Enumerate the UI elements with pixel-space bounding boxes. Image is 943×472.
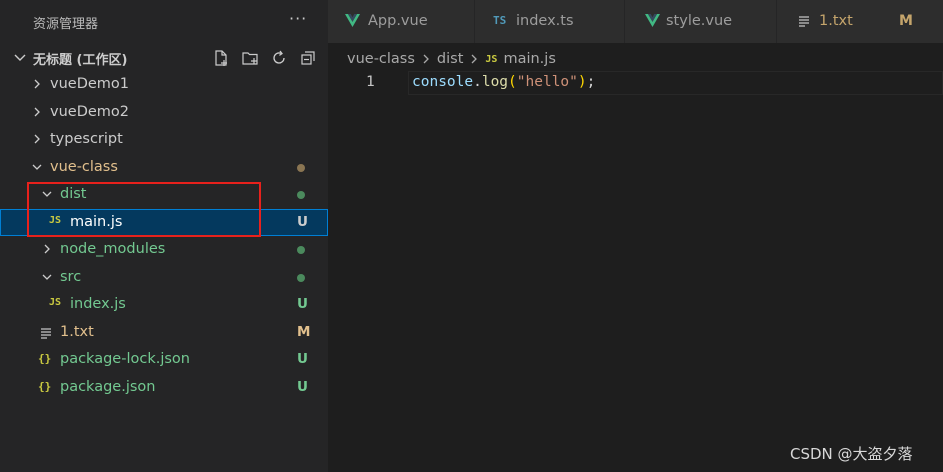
tab-bar: App.vue TS index.ts style.vue 1.txt M <box>328 0 943 43</box>
tab-1-txt[interactable]: 1.txt M <box>777 0 943 43</box>
tree-item-package-lock-json[interactable]: {} package-lock.json U <box>0 346 328 374</box>
modified-dot-icon <box>297 163 305 172</box>
tree-item-package-json[interactable]: {} package.json U <box>0 374 328 402</box>
breadcrumb-item[interactable]: vue-class <box>347 51 415 67</box>
chevron-right-icon <box>44 244 50 254</box>
chevron-down-icon <box>42 274 52 280</box>
code-editor[interactable]: 1 console.log("hello"); <box>328 70 943 95</box>
chevron-down-icon <box>32 164 42 170</box>
modified-badge: M <box>899 13 913 29</box>
more-actions-icon[interactable]: ··· <box>289 9 307 28</box>
code-token-paren: ( <box>508 74 517 90</box>
chevron-right-icon <box>471 54 478 64</box>
status-badge: U <box>297 213 308 230</box>
tree-item-label: dist <box>60 186 87 202</box>
code-token-semicolon: ; <box>586 74 596 90</box>
code-token-object: console <box>412 74 474 90</box>
tree-item-1-txt[interactable]: 1.txt M <box>0 319 328 347</box>
status-badge: M <box>297 323 311 340</box>
chevron-down-icon <box>14 54 26 61</box>
code-token-dot: . <box>473 74 482 90</box>
line-number: 1 <box>366 74 375 90</box>
tree-item-vuedemo1[interactable]: vueDemo1 <box>0 71 328 99</box>
code-token-function: log <box>481 74 509 90</box>
vue-icon <box>645 14 660 27</box>
tree-item-label: typescript <box>50 131 123 147</box>
tree-item-label: index.js <box>70 296 126 312</box>
breadcrumb-item[interactable]: main.js <box>503 51 555 67</box>
tree-item-label: src <box>60 268 82 285</box>
untracked-dot-icon <box>297 246 305 254</box>
breadcrumb-item[interactable]: dist <box>437 51 463 67</box>
code-line[interactable]: console.log("hello"); <box>412 74 595 90</box>
tab-app-vue[interactable]: App.vue <box>328 0 475 43</box>
ts-icon: TS <box>493 14 507 27</box>
chevron-right-icon <box>34 79 40 89</box>
code-token-paren: ) <box>577 74 587 90</box>
text-file-icon <box>41 327 51 339</box>
json-file-icon: {} <box>38 379 52 393</box>
js-file-icon: JS <box>49 297 62 308</box>
tree-item-label: vueDemo1 <box>50 76 129 92</box>
tree-item-node-modules[interactable]: node_modules <box>0 236 328 264</box>
tree-item-main-js[interactable]: JS main.js U <box>0 208 328 236</box>
workspace-actions <box>210 47 319 69</box>
tab-label: style.vue <box>666 13 733 29</box>
refresh-icon[interactable] <box>268 47 290 69</box>
chevron-right-icon <box>34 107 40 116</box>
untracked-dot-icon <box>297 273 305 282</box>
text-file-icon <box>799 16 809 27</box>
chevron-down-icon <box>42 191 52 197</box>
status-badge: U <box>297 351 308 367</box>
tree-item-label: package-lock.json <box>60 351 190 367</box>
js-file-icon: JS <box>485 53 498 65</box>
editor-area: App.vue TS index.ts style.vue 1.txt M vu… <box>328 0 943 472</box>
collapse-all-icon[interactable] <box>297 47 319 69</box>
new-folder-icon[interactable] <box>239 47 261 69</box>
tab-label: index.ts <box>516 13 574 29</box>
tree-item-vuedemo2[interactable]: vueDemo2 <box>0 99 328 127</box>
workspace-header[interactable]: 无标题 (工作区) <box>0 44 328 71</box>
tree-item-label: 1.txt <box>60 323 94 340</box>
code-token-string: "hello" <box>516 74 578 90</box>
tree-item-label: main.js <box>70 213 123 230</box>
status-badge: U <box>297 296 308 312</box>
js-file-icon: JS <box>49 214 62 226</box>
untracked-dot-icon <box>297 191 305 199</box>
workspace-label: 无标题 (工作区) <box>33 53 128 68</box>
tree-item-label: vue-class <box>50 158 118 175</box>
tree-item-index-js[interactable]: JS index.js U <box>0 291 328 319</box>
json-file-icon: {} <box>38 352 52 365</box>
breadcrumb: vue-class dist JS main.js <box>347 49 556 69</box>
tree-item-label: node_modules <box>60 241 166 257</box>
tab-label: 1.txt <box>819 13 853 29</box>
tab-index-ts[interactable]: TS index.ts <box>475 0 625 43</box>
tab-label: App.vue <box>368 13 428 29</box>
tree-item-typescript[interactable]: typescript <box>0 126 328 154</box>
watermark: CSDN @大盗夕落 <box>790 445 913 463</box>
tree-item-label: vueDemo2 <box>50 103 129 120</box>
tree-item-dist[interactable]: dist <box>0 181 328 209</box>
status-badge: U <box>297 378 308 395</box>
file-tree: vueDemo1 vueDemo2 typescript vue-class d… <box>0 71 328 401</box>
tree-item-src[interactable]: src <box>0 264 328 292</box>
tree-item-label: package.json <box>60 378 156 395</box>
explorer-header: 资源管理器 ··· <box>0 0 328 43</box>
explorer-title: 资源管理器 <box>33 17 99 32</box>
vue-icon <box>345 14 360 27</box>
chevron-right-icon <box>423 54 429 64</box>
tab-style-vue[interactable]: style.vue <box>625 0 777 43</box>
tree-item-vue-class[interactable]: vue-class <box>0 154 328 182</box>
chevron-right-icon <box>34 134 40 144</box>
new-file-icon[interactable] <box>210 47 232 69</box>
explorer-sidebar: 资源管理器 ··· 无标题 (工作区) vueDemo1 vueDemo2 ty… <box>0 0 328 472</box>
